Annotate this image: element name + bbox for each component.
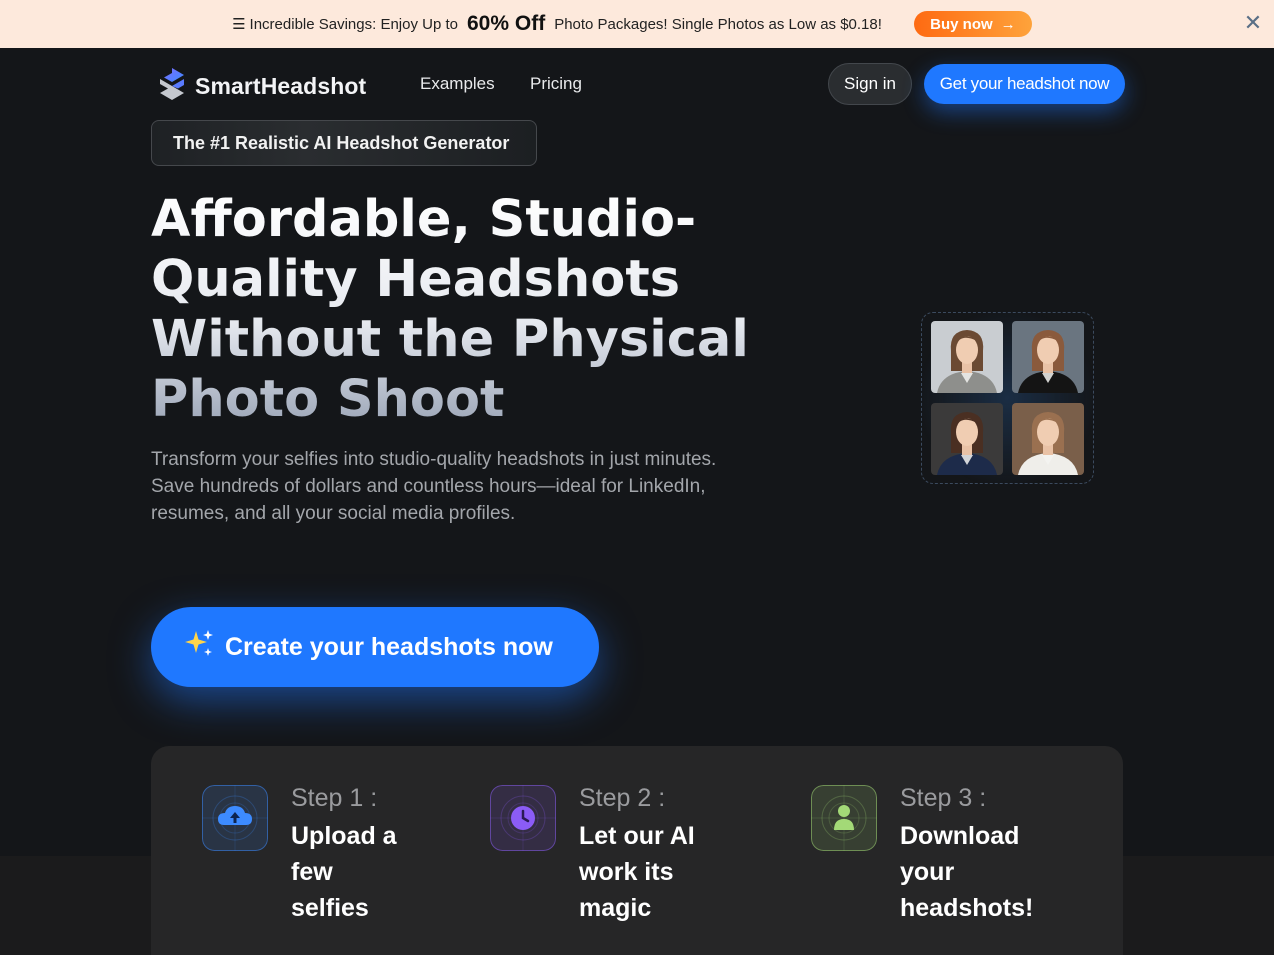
- step-title-line: work its: [579, 858, 674, 886]
- logo[interactable]: SmartHeadshot: [157, 67, 366, 106]
- headline-line: Affordable, Studio-: [151, 190, 697, 249]
- top-nav: SmartHeadshot Examples Pricing Sign in G…: [0, 48, 1274, 120]
- step-title: Download your headshots!: [900, 818, 1033, 926]
- sparkles-icon: [183, 628, 215, 667]
- buy-now-label: Buy now: [930, 15, 993, 33]
- promo-text-after: Photo Packages! Single Photos as Low as …: [554, 15, 882, 33]
- hero-subtext: Transform your selfies into studio-quali…: [151, 446, 791, 527]
- headshot-photo-2: [1012, 321, 1084, 393]
- step-title-line: Let our AI: [579, 822, 695, 850]
- promo-text-before: Incredible Savings: Enjoy Up to: [249, 15, 458, 33]
- step-label: Step 3 :: [900, 784, 987, 812]
- promo-banner: ☰ Incredible Savings: Enjoy Up to 60% Of…: [0, 0, 1274, 48]
- nav-link-pricing[interactable]: Pricing: [530, 74, 582, 94]
- user-icon: [811, 785, 877, 851]
- subtext-line: resumes, and all your social media profi…: [151, 503, 516, 524]
- step-label: Step 2 :: [579, 784, 666, 812]
- headline-line: Without the Physical: [151, 310, 749, 369]
- step-title-line: magic: [579, 894, 652, 922]
- headshot-photo-4: [1012, 403, 1084, 475]
- headshot-photo-3: [931, 403, 1003, 475]
- subtext-line: Transform your selfies into studio-quali…: [151, 449, 717, 470]
- nav-link-examples[interactable]: Examples: [420, 74, 495, 94]
- close-icon[interactable]: ✕: [1242, 12, 1264, 34]
- sign-in-button[interactable]: Sign in: [828, 63, 912, 105]
- step-title-line: Upload a: [291, 822, 397, 850]
- headshot-gallery: [921, 312, 1094, 484]
- clock-icon: [490, 785, 556, 851]
- hero-headline: Affordable, Studio- Quality Headshots Wi…: [151, 190, 791, 430]
- arrow-right-icon: →: [1000, 15, 1016, 33]
- logo-icon: [157, 67, 187, 106]
- logo-text: SmartHeadshot: [195, 73, 367, 99]
- headshot-photo-1: [931, 321, 1003, 393]
- step-title-line: few: [291, 858, 333, 886]
- headline-line: Photo Shoot: [151, 370, 505, 429]
- step-title: Let our AI work its magic: [579, 818, 695, 926]
- step-title: Upload a few selfies: [291, 818, 397, 926]
- buy-now-button[interactable]: Buy now →: [913, 11, 1032, 37]
- step-title-line: Download: [900, 822, 1020, 850]
- cloud-upload-icon: [202, 785, 268, 851]
- create-headshots-button[interactable]: Create your headshots now: [151, 607, 599, 687]
- get-headshot-button[interactable]: Get your headshot now: [924, 64, 1125, 104]
- step-title-line: selfies: [291, 894, 369, 922]
- create-headshots-label: Create your headshots now: [225, 632, 553, 661]
- promo-content: ☰ Incredible Savings: Enjoy Up to 60% Of…: [232, 11, 1032, 37]
- subtext-line: Save hundreds of dollars and countless h…: [151, 476, 706, 497]
- hero-badge: The #1 Realistic AI Headshot Generator: [151, 120, 537, 166]
- step-title-line: your: [900, 858, 955, 886]
- promo-discount: 60% Off: [467, 12, 546, 35]
- headline-line: Quality Headshots: [151, 250, 681, 309]
- steps-panel: Step 1 : Upload a few selfies Step 2 : L…: [151, 746, 1123, 955]
- step-label: Step 1 :: [291, 784, 378, 812]
- menu-icon[interactable]: ☰: [232, 15, 245, 33]
- step-title-line: headshots!: [900, 894, 1034, 922]
